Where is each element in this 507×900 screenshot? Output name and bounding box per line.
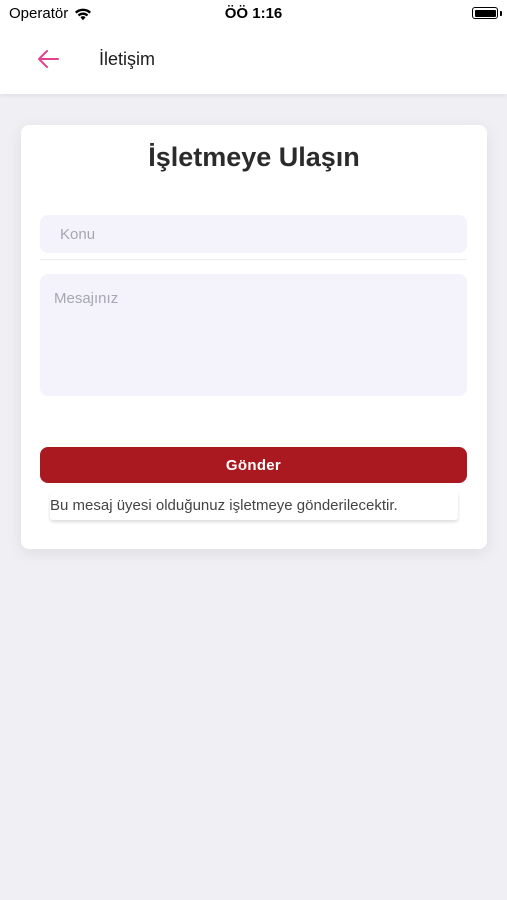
battery-tip (500, 11, 502, 16)
subject-input[interactable] (40, 215, 467, 253)
battery-fill (474, 9, 496, 17)
form-title: İşletmeye Ulaşın (148, 142, 360, 172)
divider (40, 259, 467, 260)
contact-card: İşletmeye Ulaşın Gönder Bu mesaj üyesi o… (21, 125, 487, 549)
page-title: İletişim (99, 49, 156, 69)
status-bar: Operatör ÖÖ 1:16 (0, 0, 507, 27)
back-button[interactable] (30, 43, 66, 75)
send-button[interactable]: Gönder (40, 447, 467, 483)
info-note: Bu mesaj üyesi olduğunuz işletmeye gönde… (50, 492, 458, 520)
battery-icon (472, 7, 498, 19)
app-bar: İletişim (0, 27, 507, 94)
status-time: ÖÖ 1:16 (224, 5, 283, 22)
message-input[interactable] (40, 274, 467, 396)
arrow-left-icon (38, 50, 59, 68)
